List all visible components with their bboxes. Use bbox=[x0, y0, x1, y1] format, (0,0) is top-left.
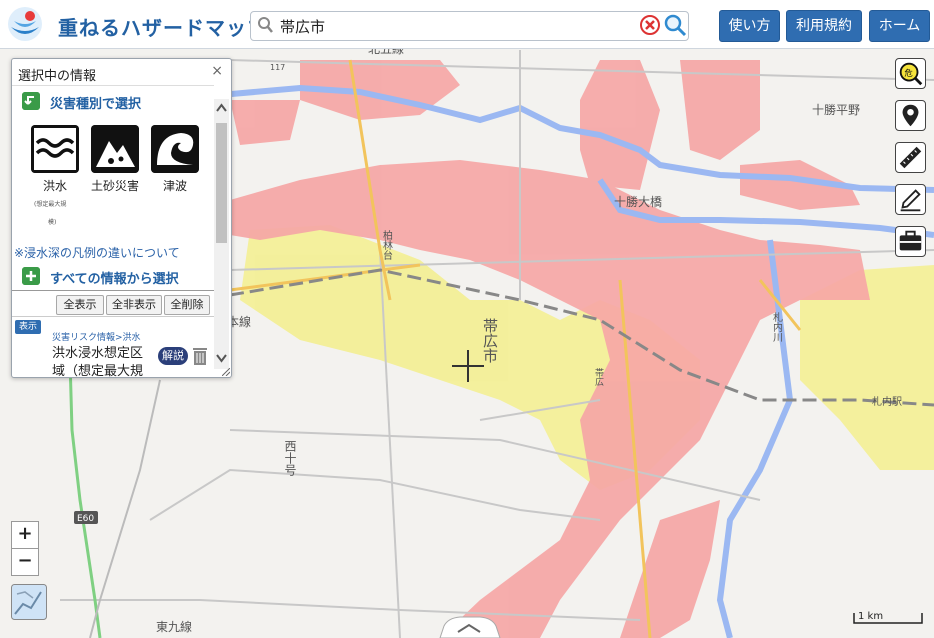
flood-note-line1: (想定最大規 bbox=[34, 201, 67, 208]
flood-icon[interactable] bbox=[31, 125, 79, 173]
toolbox-icon[interactable] bbox=[895, 226, 926, 257]
label-kashiwabayashidai: 柏林台 bbox=[381, 229, 393, 261]
site-title[interactable]: 重ねるハザードマップ bbox=[58, 12, 268, 41]
route-shield-e60: E60 bbox=[74, 511, 98, 524]
ruler-measure-icon[interactable] bbox=[895, 142, 926, 173]
layer-visible-badge[interactable]: 表示 bbox=[15, 320, 41, 334]
label-satsunai-river: 札内川 bbox=[771, 311, 783, 342]
location-pin-icon[interactable] bbox=[895, 100, 926, 131]
label-tokachi-ohashi: 十勝大橋 bbox=[614, 194, 662, 209]
label-satsunai-station: 札内駅 bbox=[872, 395, 902, 408]
panel-close-button[interactable]: × bbox=[211, 63, 223, 79]
header: 重ねるハザードマップ 使い方 利用規約 ホーム bbox=[0, 0, 934, 49]
hide-all-button[interactable]: 全非表示 bbox=[106, 295, 162, 315]
label-nishi10: 西十号 bbox=[283, 440, 297, 476]
tsunami-label: 津波 bbox=[162, 179, 187, 193]
svg-text:E60: E60 bbox=[77, 514, 94, 524]
layer-name: 洪水浸水想定区域（想定最大規 bbox=[52, 346, 144, 378]
search-icon bbox=[258, 17, 273, 33]
back-arrow-icon bbox=[22, 92, 40, 110]
zoom-out-button[interactable]: − bbox=[11, 548, 39, 576]
layer-path: 災害リスク情報>洪水 bbox=[52, 333, 141, 343]
label-route: 117 bbox=[270, 63, 285, 72]
label-higashi9: 東九線 bbox=[156, 619, 192, 634]
search-button-icon[interactable] bbox=[663, 13, 687, 37]
select-all-label: すべての情報から選択 bbox=[50, 272, 179, 287]
zoom-in-button[interactable]: + bbox=[11, 521, 39, 549]
scale-label: 1 km bbox=[858, 611, 884, 622]
label-obihiro: 帯広市 bbox=[481, 318, 499, 363]
hazard-danger-icon[interactable]: 危 bbox=[895, 58, 926, 89]
search-input[interactable] bbox=[278, 13, 632, 39]
clear-search-icon[interactable] bbox=[639, 14, 661, 36]
panel-scrollbar[interactable] bbox=[214, 99, 229, 369]
home-button[interactable]: ホーム bbox=[869, 10, 930, 42]
terms-button[interactable]: 利用規約 bbox=[786, 10, 862, 42]
scale-bar: 1 km bbox=[853, 611, 923, 625]
logo bbox=[8, 7, 42, 41]
flood-label: 洪水 bbox=[42, 179, 67, 193]
tsunami-icon[interactable] bbox=[151, 125, 199, 173]
depth-legend-note-link[interactable]: ※浸水深の凡例の違いについて bbox=[14, 244, 180, 261]
select-by-type-label: 災害種別で選択 bbox=[50, 97, 142, 112]
trash-icon[interactable] bbox=[192, 347, 208, 365]
expand-panel-handle[interactable] bbox=[439, 616, 501, 638]
landslide-label: 土砂災害 bbox=[90, 179, 139, 193]
help-button[interactable]: 使い方 bbox=[719, 10, 780, 42]
selected-info-panel: 選択中の情報 × 災害種別で選択 洪水 (想定最大規 模) 土砂災害 津波 ※浸… bbox=[11, 58, 232, 378]
basemap-switch-icon[interactable] bbox=[11, 584, 47, 620]
label-center-station: 帯広 bbox=[593, 367, 604, 387]
show-all-button[interactable]: 全表示 bbox=[56, 295, 104, 315]
layer-explanation-button[interactable]: 解説 bbox=[158, 347, 188, 365]
label-tokachi-heiya: 十勝平野 bbox=[812, 102, 860, 117]
flood-note-line2: 模) bbox=[48, 219, 57, 226]
resize-handle-icon[interactable] bbox=[222, 368, 230, 376]
pencil-draw-icon[interactable] bbox=[895, 184, 926, 215]
landslide-icon[interactable] bbox=[91, 125, 139, 173]
delete-all-button[interactable]: 全削除 bbox=[164, 295, 210, 315]
svg-text:危: 危 bbox=[904, 68, 913, 78]
panel-title: 選択中の情報 bbox=[18, 69, 97, 84]
plus-icon bbox=[22, 267, 40, 285]
search-box bbox=[250, 11, 689, 41]
